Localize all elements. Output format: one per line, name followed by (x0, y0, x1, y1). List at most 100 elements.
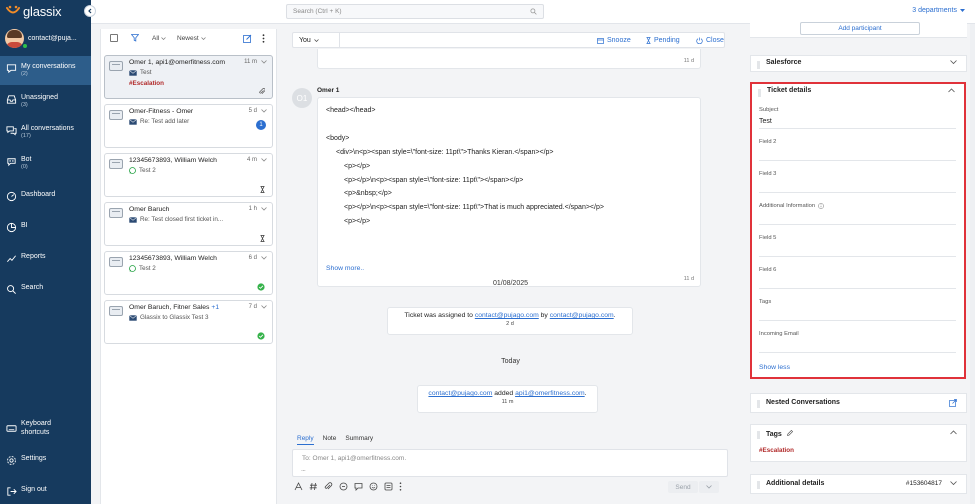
chevron-down-icon[interactable] (950, 60, 957, 65)
chevron-down-icon[interactable] (261, 256, 267, 260)
resolved-check-icon (257, 332, 265, 340)
new-conversation-icon[interactable] (243, 34, 252, 43)
composer: Reply Note Summary To: Omer 1, api1@omer… (292, 431, 728, 504)
more-vertical-icon[interactable] (399, 482, 402, 491)
conversation-subject: Test 2 (139, 167, 156, 174)
more-vertical-icon[interactable] (262, 34, 265, 43)
send-options-button[interactable] (699, 481, 719, 493)
chevron-up-icon[interactable] (948, 88, 955, 93)
sender-dropdown[interactable]: You (299, 37, 319, 44)
conversation-card[interactable]: Omer Baruch 1 h Re: Test closed first ti… (104, 202, 273, 246)
nav-label: My conversations (21, 63, 76, 70)
drag-handle-icon[interactable] (757, 61, 760, 69)
nav-count: (17) (21, 133, 31, 139)
gear-icon (7, 456, 16, 465)
composer-tabs: Reply Note Summary (297, 435, 373, 445)
nav-dashboard[interactable]: Dashboard (0, 190, 91, 204)
additional-details-section[interactable]: Additional details #153604817 (750, 474, 967, 494)
conversation-list: All Newest Omer 1, api1@omerfitness.com … (100, 29, 277, 504)
emoji-icon[interactable] (369, 482, 378, 491)
email-link[interactable]: api1@omerfitness.com (515, 390, 585, 397)
reply-input[interactable]: To: Omer 1, api1@omerfitness.com. ... (292, 449, 728, 477)
nav-search[interactable]: Search (0, 283, 91, 297)
quick-reply-icon[interactable] (354, 482, 363, 491)
nav-keyboard-shortcuts[interactable]: Keyboard shortcuts (0, 419, 91, 441)
system-message: Ticket was assigned to contact@pujago.co… (387, 307, 633, 335)
nav-unassigned[interactable]: Unassigned (3) (0, 93, 91, 121)
salesforce-section[interactable]: Salesforce (750, 55, 967, 72)
logo[interactable]: glassix (6, 3, 62, 19)
email-icon (129, 314, 137, 321)
link-icon[interactable] (339, 482, 348, 491)
conversation-card[interactable]: Omer 1, api1@omerfitness.com 11 m Test #… (104, 55, 273, 99)
chevron-up-icon[interactable] (950, 430, 957, 435)
add-participant-button[interactable]: Add participant (800, 22, 920, 35)
tab-note[interactable]: Note (323, 435, 337, 445)
expand-dots[interactable]: ... (301, 466, 306, 473)
template-icon[interactable] (384, 482, 393, 491)
chevron-down-icon[interactable] (261, 109, 267, 113)
email-icon (129, 69, 137, 76)
nav-count: (2) (21, 71, 28, 77)
show-more-link[interactable]: Show more.. (326, 265, 364, 272)
sort-dropdown[interactable]: Newest (177, 35, 206, 42)
conversation-card[interactable]: 12345673893, William Welch 4 m Test 2 (104, 153, 273, 197)
email-link[interactable]: contact@pujago.com (475, 312, 539, 319)
nav-sign-out[interactable]: Sign out (0, 485, 91, 499)
message-line: <p>&nbsp;</p> (344, 190, 392, 198)
nav-bi[interactable]: BI (0, 221, 91, 235)
email-link[interactable]: contact@pujago.com (550, 312, 614, 319)
tab-summary[interactable]: Summary (345, 435, 373, 445)
nav-my-conversations[interactable]: My conversations (2) (0, 56, 91, 85)
search-input[interactable]: Search (Ctrl + K) (286, 4, 544, 19)
nav-all-conversations[interactable]: All conversations (17) (0, 124, 91, 152)
departments-dropdown[interactable]: 3 departments (912, 7, 965, 14)
nav-label: Search (21, 284, 44, 291)
conversation-time: 5 d (248, 108, 257, 114)
nested-conversations-section[interactable]: Nested Conversations (750, 393, 967, 413)
drag-handle-icon[interactable] (758, 89, 761, 97)
drag-handle-icon[interactable] (757, 431, 760, 439)
nav-settings[interactable]: Settings (0, 454, 91, 468)
nav-bot[interactable]: Bot (0) (0, 155, 91, 183)
paperclip-icon[interactable] (324, 482, 333, 491)
user-profile[interactable]: contact@puja... (5, 29, 89, 49)
message-line (326, 118, 696, 132)
chevron-down-icon[interactable] (261, 158, 267, 162)
message-bubble: <head></head> <body> <div>\n<p><span sty… (317, 97, 701, 287)
pencil-icon[interactable] (786, 430, 793, 436)
chevron-down-icon[interactable] (261, 60, 267, 64)
filter-dropdown[interactable]: All (152, 35, 166, 42)
email-link[interactable]: contact@pujago.com (428, 390, 492, 397)
chevron-down-icon[interactable] (261, 305, 267, 309)
tab-reply[interactable]: Reply (297, 435, 314, 445)
system-time: 11 m (501, 399, 514, 405)
info-icon[interactable] (818, 203, 824, 209)
snooze-button[interactable]: Snooze (597, 37, 631, 44)
nav-reports[interactable]: Reports (0, 252, 91, 266)
hashtag-icon[interactable] (309, 482, 318, 491)
chevron-down-icon[interactable] (950, 481, 957, 486)
drag-handle-icon[interactable] (757, 400, 760, 408)
show-less-link[interactable]: Show less (759, 364, 790, 371)
field-label-tags: Tags (759, 299, 772, 305)
close-button[interactable]: Close (696, 37, 724, 44)
chevron-down-icon[interactable] (261, 207, 267, 211)
drag-handle-icon[interactable] (757, 481, 760, 489)
filter-icon[interactable] (131, 34, 139, 42)
pending-button[interactable]: Pending (646, 37, 680, 44)
select-all-checkbox[interactable] (110, 34, 118, 42)
scrollbar[interactable] (970, 24, 975, 504)
external-link-icon[interactable] (949, 399, 957, 407)
text-format-icon[interactable] (294, 482, 303, 491)
field-label-field-5: Field 5 (759, 235, 777, 241)
conversation-card[interactable]: Omer Baruch, Fitner Sales +1 7 d Glassix… (104, 300, 273, 344)
conversation-card[interactable]: Omer-Fitness - Omer 5 d Re: Test add lat… (104, 104, 273, 148)
nav-label: Bot (21, 156, 32, 163)
sidebar-collapse-button[interactable] (84, 5, 96, 17)
escalation-tag[interactable]: #Escalation (759, 447, 794, 454)
section-title: Ticket details (767, 87, 812, 94)
send-button[interactable]: Send (668, 481, 698, 493)
subject-field[interactable]: Test (759, 118, 772, 125)
conversation-card[interactable]: 12345673893, William Welch 6 d Test 2 (104, 251, 273, 295)
